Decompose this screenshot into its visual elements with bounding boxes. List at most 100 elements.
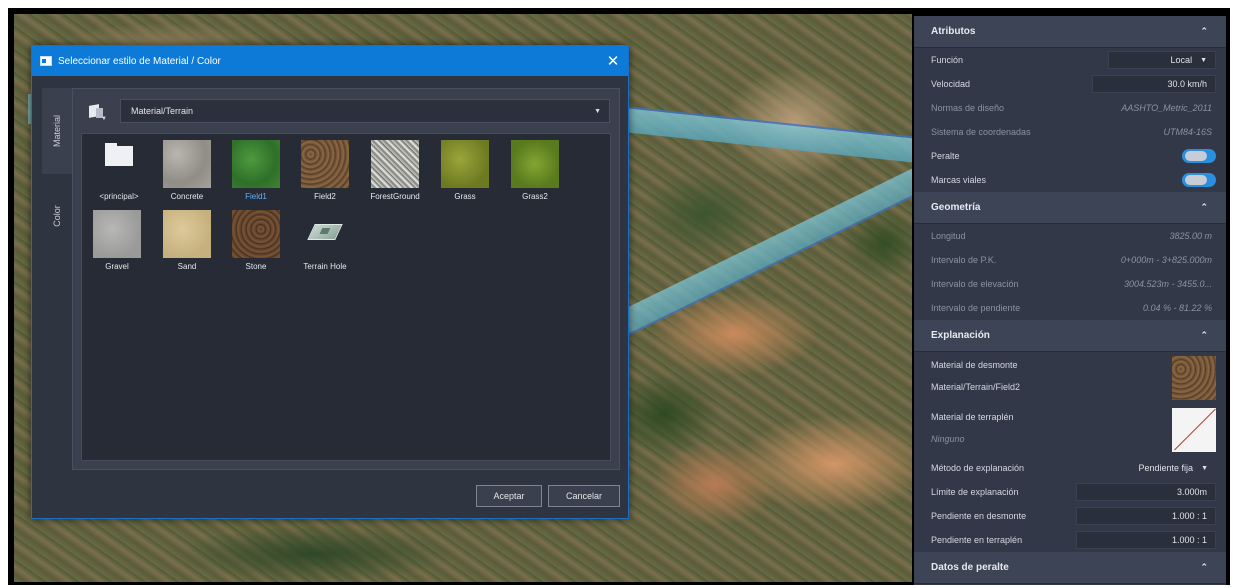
- tab-color[interactable]: Color: [42, 178, 72, 254]
- row-label: Intervalo de elevación: [931, 279, 1019, 289]
- tile-label: <principal>: [99, 192, 139, 201]
- tile-label: Field1: [245, 192, 267, 201]
- intervalo-elevacion-value: 3004.523m - 3455.0...: [1123, 279, 1212, 289]
- tab-material[interactable]: Material: [42, 88, 72, 174]
- intervalo-pk-value: 0+000m - 3+825.000m: [1120, 255, 1212, 265]
- tile-label: Gravel: [105, 262, 129, 271]
- row-label: Pendiente en terraplén: [931, 535, 1023, 545]
- pendiente-terraplen-input[interactable]: 1.000 : 1: [1076, 531, 1216, 549]
- section-geometria[interactable]: Geometría ⌃: [914, 192, 1226, 224]
- limite-value: 3.000m: [1176, 487, 1207, 497]
- tile-label: Grass2: [522, 192, 548, 201]
- terrain-hole-icon: [301, 210, 349, 258]
- row-longitud: Longitud 3825.00 m: [914, 224, 1226, 248]
- row-label: Límite de explanación: [931, 487, 1019, 497]
- row-intervalo-pk: Intervalo de P.K. 0+000m - 3+825.000m: [914, 248, 1226, 272]
- row-material-desmonte: Material de desmonte Material/Terrain/Fi…: [914, 352, 1226, 404]
- tile-gravel[interactable]: Gravel: [86, 210, 148, 271]
- material-style-dialog: Seleccionar estilo de Material / Color ✕…: [31, 45, 629, 519]
- properties-panel: Atributos ⌃ Función Local ▼ Velocidad 30…: [914, 16, 1226, 585]
- tile-label: Grass: [454, 192, 476, 201]
- cancel-button[interactable]: Cancelar: [548, 485, 620, 507]
- row-sistema: Sistema de coordenadas UTM84-16S: [914, 120, 1226, 144]
- tile-label: Sand: [177, 262, 197, 271]
- row-intervalo-elevacion: Intervalo de elevación 3004.523m - 3455.…: [914, 272, 1226, 296]
- folder-icon: [95, 140, 143, 188]
- tile-label: ForestGround: [370, 192, 420, 201]
- tile-field2[interactable]: Field2: [294, 140, 356, 201]
- row-funcion: Función Local ▼: [914, 48, 1226, 72]
- chevron-down-icon: ▼: [594, 107, 601, 115]
- row-label: Material de desmonte: [931, 360, 1018, 370]
- material-swatch: [232, 140, 280, 188]
- row-label: Material de terraplén: [931, 412, 1014, 422]
- tile-grass2[interactable]: Grass2: [504, 140, 566, 201]
- chevron-up-icon[interactable]: ⌃: [1200, 562, 1208, 573]
- material-grid: <principal> Concrete Field1 Field2 Fores…: [81, 133, 611, 461]
- section-explanacion[interactable]: Explanación ⌃: [914, 320, 1226, 352]
- metodo-dropdown[interactable]: Pendiente fija ▼: [1076, 459, 1216, 477]
- row-peralte: Peralte: [914, 144, 1226, 168]
- metodo-value: Pendiente fija: [1138, 463, 1194, 473]
- limite-input[interactable]: 3.000m: [1076, 483, 1216, 501]
- row-pendiente-desmonte: Pendiente en desmonte 1.000 : 1: [914, 504, 1226, 528]
- chevron-up-icon[interactable]: ⌃: [1200, 202, 1208, 213]
- row-label: Velocidad: [931, 79, 971, 89]
- chevron-up-icon[interactable]: ⌃: [1200, 26, 1208, 37]
- tile-sand[interactable]: Sand: [156, 210, 218, 271]
- material-browser: ▼ Material/Terrain ▼ <principal> Concret…: [72, 88, 620, 470]
- row-limite: Límite de explanación 3.000m: [914, 480, 1226, 504]
- vertical-tabs: Material Color: [42, 88, 72, 466]
- terraplen-value: Ninguno: [931, 434, 965, 444]
- velocidad-input[interactable]: 30.0 km/h: [1092, 75, 1216, 93]
- close-icon[interactable]: ✕: [598, 46, 628, 76]
- chevron-up-icon[interactable]: ⌃: [1200, 330, 1208, 341]
- dialog-titlebar[interactable]: Seleccionar estilo de Material / Color ✕: [32, 46, 628, 76]
- row-normas: Normas de diseño AASHTO_Metric_2011: [914, 96, 1226, 120]
- pendiente-desmonte-input[interactable]: 1.000 : 1: [1076, 507, 1216, 525]
- material-swatch: [371, 140, 419, 188]
- row-material-terraplen: Material de terraplén Ninguno: [914, 404, 1226, 456]
- section-title: Explanación: [931, 330, 990, 341]
- tile-stone[interactable]: Stone: [225, 210, 287, 271]
- intervalo-pendiente-value: 0.04 % - 81.22 %: [1142, 303, 1212, 313]
- section-atributos[interactable]: Atributos ⌃: [914, 16, 1226, 48]
- sistema-value: UTM84-16S: [1163, 127, 1212, 137]
- row-label: Peralte: [931, 151, 960, 161]
- funcion-value: Local: [1170, 55, 1193, 65]
- dialog-title: Seleccionar estilo de Material / Color: [58, 55, 221, 67]
- longitud-value: 3825.00 m: [1169, 231, 1212, 241]
- row-metodo: Método de explanación Pendiente fija ▼: [914, 456, 1226, 480]
- road-segment[interactable]: [621, 106, 912, 164]
- tile-principal[interactable]: <principal>: [88, 140, 150, 201]
- peralte-toggle[interactable]: [1182, 149, 1216, 163]
- row-pendiente-terraplen: Pendiente en terraplén 1.000 : 1: [914, 528, 1226, 552]
- path-dropdown[interactable]: Material/Terrain ▼: [120, 99, 610, 123]
- accept-button[interactable]: Aceptar: [476, 485, 542, 507]
- tab-material-label: Material: [52, 114, 63, 148]
- tile-terrain-hole[interactable]: Terrain Hole: [294, 210, 356, 271]
- row-label: Intervalo de pendiente: [931, 303, 1021, 313]
- tile-forestground[interactable]: ForestGround: [364, 140, 426, 201]
- section-title: Datos de peralte: [931, 562, 1009, 573]
- row-marcas: Marcas viales: [914, 168, 1226, 192]
- section-datos-peralte[interactable]: Datos de peralte ⌃: [914, 552, 1226, 584]
- tile-grass[interactable]: Grass: [434, 140, 496, 201]
- tile-label: Field2: [314, 192, 336, 201]
- marcas-toggle[interactable]: [1182, 173, 1216, 187]
- material-swatch: [93, 210, 141, 258]
- terraplen-material-swatch[interactable]: [1172, 408, 1216, 452]
- material-swatch: [232, 210, 280, 258]
- library-icon[interactable]: ▼: [87, 103, 109, 122]
- tile-concrete[interactable]: Concrete: [156, 140, 218, 201]
- desmonte-material-swatch[interactable]: [1172, 356, 1216, 400]
- tile-label: Terrain Hole: [303, 262, 347, 271]
- road-segment[interactable]: [614, 156, 912, 338]
- funcion-dropdown[interactable]: Local ▼: [1108, 51, 1216, 69]
- row-label: Normas de diseño: [931, 103, 1005, 113]
- tile-field1[interactable]: Field1: [225, 140, 287, 201]
- section-title: Atributos: [931, 26, 976, 37]
- material-swatch: [511, 140, 559, 188]
- material-swatch: [163, 210, 211, 258]
- material-swatch: [301, 140, 349, 188]
